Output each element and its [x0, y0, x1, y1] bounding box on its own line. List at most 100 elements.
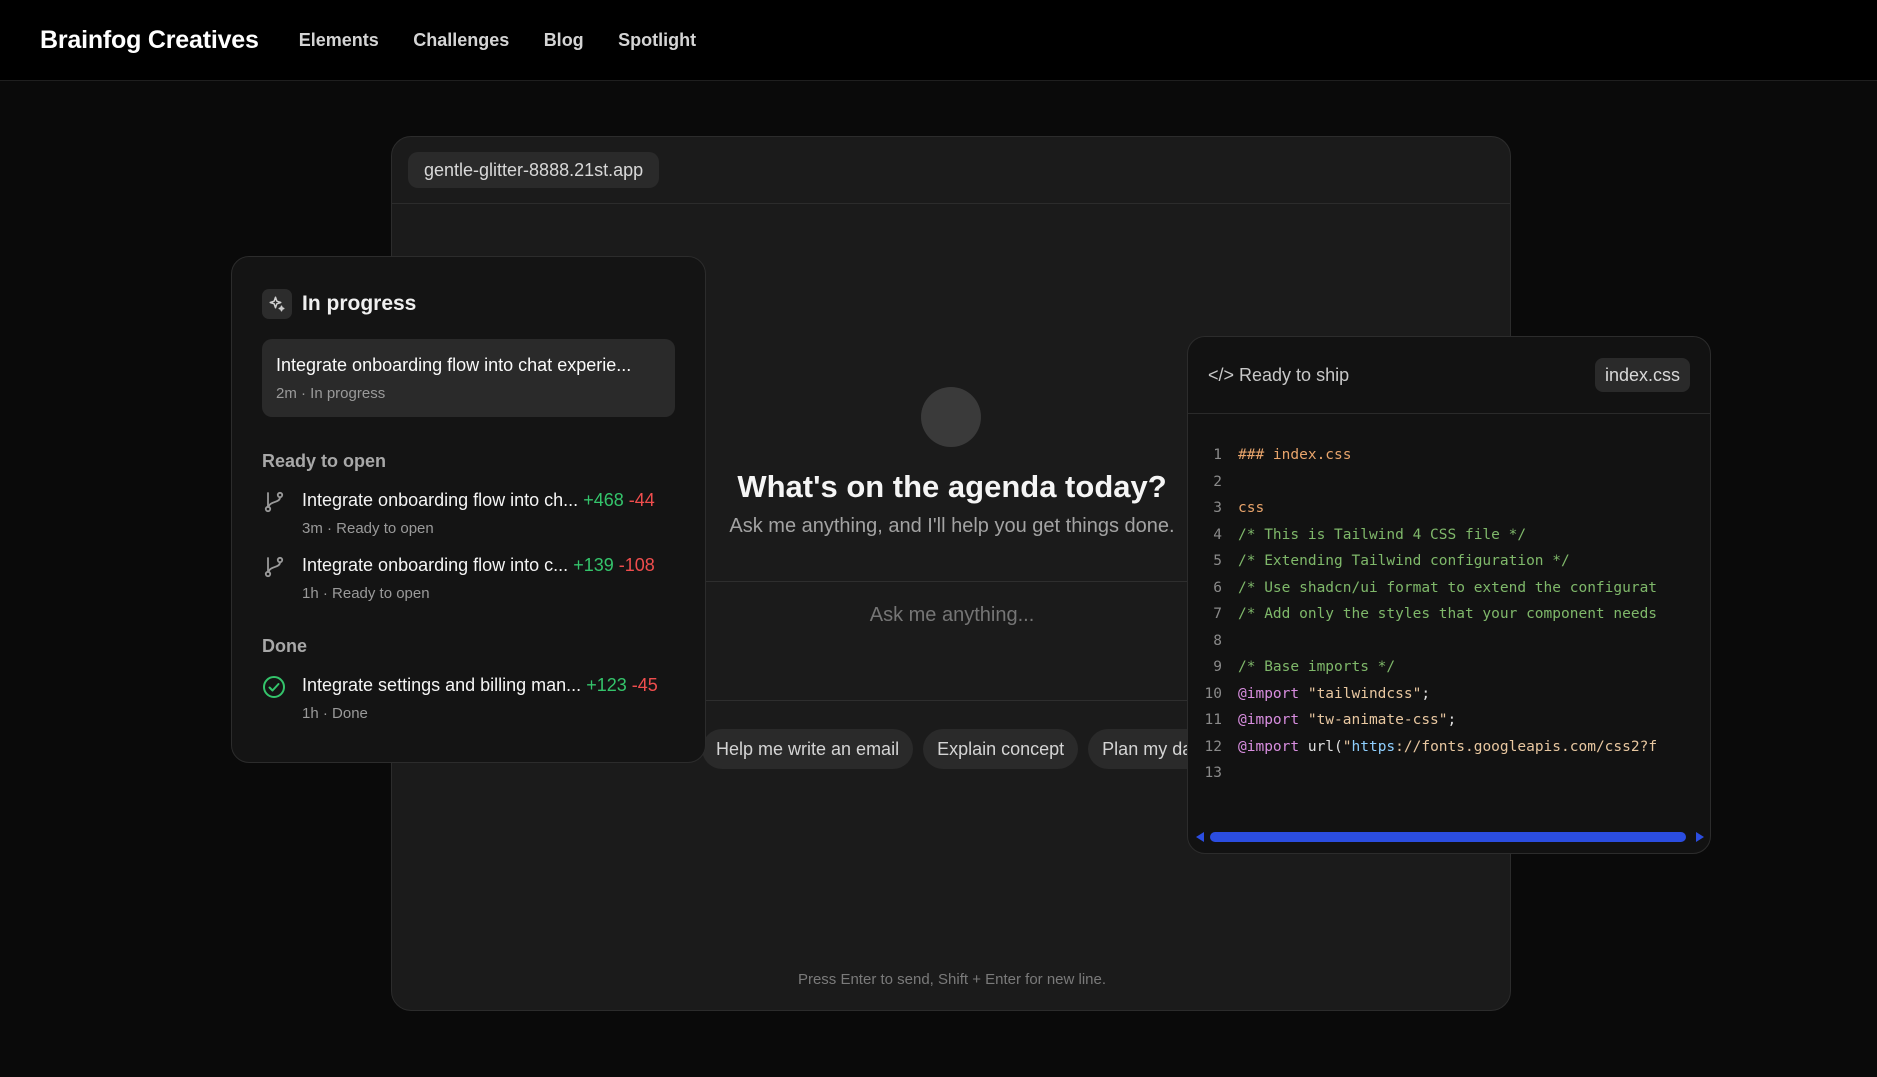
brand-logo[interactable]: Brainfog Creatives [40, 26, 259, 55]
main-nav: Elements Challenges Blog Spotlight [299, 30, 726, 51]
task-row[interactable]: Integrate onboarding flow into ch... +46… [262, 490, 675, 537]
scroll-right-icon[interactable] [1696, 832, 1704, 842]
code-body[interactable]: 1 ### index.css 2 3 css 4 /* This is Tailwind … [1188, 414, 1710, 787]
task-meta: 1h · Done [302, 705, 368, 722]
task-meta: 3m · Ready to open [302, 520, 434, 537]
nav-spotlight[interactable]: Spotlight [618, 30, 696, 50]
task-row[interactable]: Integrate settings and billing man... +1… [262, 675, 675, 722]
lines-added: +468 [583, 490, 624, 510]
code-line: 5 /* Extending Tailwind configuration */ [1188, 548, 1710, 575]
sparkles-icon [262, 289, 292, 319]
code-header: </> Ready to ship index.css [1188, 337, 1710, 414]
url-pill[interactable]: gentle-glitter-8888.21st.app [408, 152, 660, 188]
input-hint: Press Enter to send, Shift + Enter for n… [797, 971, 1107, 988]
code-line: 11 @import "tw-animate-css"; [1188, 707, 1710, 734]
code-token: ://fonts.googleapis.com/css2?f [1395, 738, 1658, 755]
task-title: Integrate onboarding flow into c... [302, 555, 569, 575]
code-line: 6 /* Use shadcn/ui format to extend the c… [1188, 575, 1710, 602]
line-text: ### index.css [1238, 447, 1668, 463]
line-number: 1 [1213, 447, 1222, 464]
code-line: 12 @import url("https://fonts.googleapis.… [1188, 734, 1710, 761]
lines-removed: -108 [618, 555, 655, 575]
task-title-line: Integrate onboarding flow into c... +139… [302, 555, 655, 576]
nav-elements[interactable]: Elements [299, 30, 379, 50]
code-line: 1 ### index.css [1188, 442, 1710, 469]
lines-added: +139 [573, 555, 614, 575]
current-task[interactable]: Integrate onboarding flow into chat expe… [262, 339, 675, 417]
scroll-left-icon[interactable] [1196, 832, 1204, 842]
code-line: 10 @import "tailwindcss"; [1188, 681, 1710, 708]
code-token: " [1342, 738, 1352, 755]
code-line: 7 /* Add only the styles that your compon… [1188, 601, 1710, 628]
task-title: Integrate onboarding flow into ch... [302, 490, 579, 510]
lines-added: +123 [586, 675, 627, 695]
assistant-avatar [921, 387, 981, 447]
git-branch-icon [264, 556, 284, 578]
task-title: Integrate settings and billing man... [302, 675, 582, 695]
line-text: @import "tailwindcss"; [1238, 686, 1668, 702]
horizontal-scrollbar[interactable] [1192, 829, 1708, 843]
code-token: ### index.css [1238, 447, 1352, 464]
line-number: 11 [1204, 712, 1222, 729]
ready-section-label: Ready to open [262, 451, 387, 471]
code-token: /* Add only the styles that your compone… [1238, 606, 1658, 623]
code-line: 9 /* Base imports */ [1188, 654, 1710, 681]
task-row[interactable]: Integrate onboarding flow into c... +139… [262, 555, 675, 602]
code-token: @import [1238, 712, 1300, 729]
line-number: 8 [1213, 632, 1222, 649]
chip-explain-concept[interactable]: Explain concept [923, 729, 1079, 769]
line-text: /* Use shadcn/ui format to extend the co… [1238, 580, 1668, 596]
line-number: 10 [1204, 685, 1222, 702]
lines-removed: -45 [631, 675, 658, 695]
line-number: 9 [1213, 659, 1222, 676]
line-number: 5 [1213, 553, 1222, 570]
nav-blog[interactable]: Blog [544, 30, 584, 50]
code-token: css [1238, 500, 1265, 517]
code-line: 2 [1188, 469, 1710, 496]
line-number: 2 [1213, 473, 1222, 490]
code-token: "tw-animate-css" [1307, 712, 1448, 729]
code-token: @import [1238, 738, 1300, 755]
line-text: /* Extending Tailwind configuration */ [1238, 553, 1668, 569]
frame-address-bar: gentle-glitter-8888.21st.app [392, 137, 1510, 204]
code-token: /* Extending Tailwind configuration */ [1238, 553, 1570, 570]
check-circle-icon [263, 676, 285, 698]
done-section-label: Done [262, 636, 307, 656]
task-meta: 1h · Ready to open [302, 585, 430, 602]
code-token: https [1351, 738, 1396, 755]
code-token: @import [1238, 685, 1300, 702]
tasks-header: In progress [262, 289, 675, 319]
code-token: url( [1299, 738, 1343, 755]
top-navbar: Brainfog Creatives Elements Challenges B… [0, 0, 1877, 81]
task-title-line: Integrate onboarding flow into ch... +46… [302, 490, 655, 511]
code-line: 3 css [1188, 495, 1710, 522]
code-line: 4 /* This is Tailwind 4 CSS file */ [1188, 522, 1710, 549]
tasks-card: In progress Integrate onboarding flow in… [231, 256, 706, 763]
nav-challenges[interactable]: Challenges [413, 30, 509, 50]
scrollbar-thumb[interactable] [1210, 832, 1686, 842]
current-task-title: Integrate onboarding flow into chat expe… [276, 355, 632, 375]
code-token: "tailwindcss" [1307, 685, 1422, 702]
line-text: /* Base imports */ [1238, 659, 1668, 675]
line-text: @import url("https://fonts.googleapis.co… [1238, 739, 1668, 755]
git-branch-icon [264, 491, 284, 513]
line-text: /* Add only the styles that your compone… [1238, 606, 1668, 622]
line-number: 12 [1204, 738, 1222, 755]
line-number: 13 [1204, 765, 1222, 782]
line-number: 3 [1213, 500, 1222, 517]
code-token: /* Use shadcn/ui format to extend the co… [1238, 579, 1658, 596]
code-token: /* This is Tailwind 4 CSS file */ [1238, 526, 1527, 543]
suggestion-chips: Help me write an email Explain concept P… [702, 729, 1216, 769]
code-title: </> Ready to ship [1208, 364, 1350, 385]
code-token: /* Base imports */ [1238, 659, 1396, 676]
line-text: /* This is Tailwind 4 CSS file */ [1238, 527, 1668, 543]
file-tab[interactable]: index.css [1594, 358, 1690, 392]
current-task-meta: 2m · In progress [276, 385, 386, 402]
line-number: 7 [1213, 606, 1222, 623]
chip-write-email[interactable]: Help me write an email [702, 729, 914, 769]
task-title-line: Integrate settings and billing man... +1… [302, 675, 658, 696]
line-number: 4 [1213, 526, 1222, 543]
code-line: 13 [1188, 760, 1710, 787]
